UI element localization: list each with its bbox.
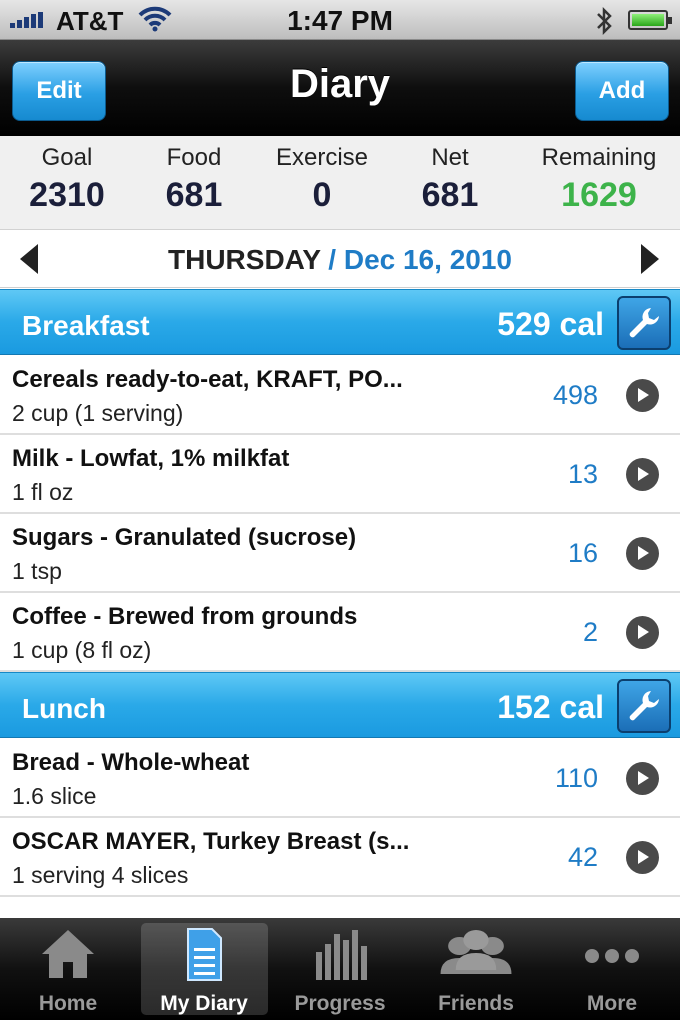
- tab-label: My Diary: [160, 992, 248, 1015]
- navigation-bar: Edit Diary Add: [0, 40, 680, 136]
- food-row[interactable]: OSCAR MAYER, Turkey Breast (s... 1 servi…: [0, 818, 680, 897]
- tab-progress[interactable]: Progress: [272, 918, 408, 1020]
- summary-label: Remaining: [541, 144, 657, 171]
- disclosure-arrow-icon[interactable]: [626, 762, 659, 795]
- food-row[interactable]: Coffee - Brewed from grounds 1 cup (8 fl…: [0, 593, 680, 672]
- meal-calories: 529 cal: [497, 306, 604, 342]
- disclosure-arrow-icon[interactable]: [626, 537, 659, 570]
- food-calories: 16: [567, 538, 598, 568]
- food-serving: 2 cup (1 serving): [12, 400, 184, 426]
- food-row[interactable]: Sugars - Granulated (sucrose) 1 tsp 16: [0, 514, 680, 593]
- bluetooth-icon: [597, 6, 612, 36]
- tab-label: More: [586, 992, 638, 1015]
- food-row[interactable]: Bread - Whole-wheat 1.6 slice 110: [0, 739, 680, 818]
- date-value: Dec 16, 2010: [343, 244, 512, 275]
- wrench-icon: [629, 691, 659, 721]
- summary-value: 681: [421, 176, 479, 214]
- tab-friends[interactable]: Friends: [408, 918, 544, 1020]
- meal-name: Breakfast: [22, 310, 150, 341]
- tab-more[interactable]: More: [544, 918, 680, 1020]
- next-day-arrow-icon[interactable]: [641, 244, 659, 274]
- food-name: OSCAR MAYER, Turkey Breast (s...: [12, 828, 410, 855]
- disclosure-arrow-icon[interactable]: [626, 616, 659, 649]
- more-icon: [585, 949, 639, 963]
- summary-goal: Goal 2310: [26, 144, 108, 215]
- summary-value: 0: [312, 176, 332, 214]
- tab-label: Friends: [438, 992, 514, 1015]
- summary-value: 1629: [561, 176, 637, 214]
- meal-options-button[interactable]: [617, 679, 671, 733]
- tab-label: Home: [38, 992, 98, 1015]
- food-calories: 42: [567, 842, 598, 872]
- meal-calories: 152 cal: [497, 689, 604, 725]
- diary-icon: [187, 928, 222, 981]
- food-name: Coffee - Brewed from grounds: [12, 603, 358, 630]
- tab-bar: Home My Diary Progress Friends More: [0, 918, 680, 1020]
- summary-label: Food: [166, 144, 222, 171]
- disclosure-arrow-icon[interactable]: [626, 458, 659, 491]
- status-bar: AT&T 1:47 PM: [0, 0, 680, 40]
- food-serving: 1.6 slice: [12, 783, 97, 809]
- tab-home[interactable]: Home: [0, 918, 136, 1020]
- home-icon: [42, 930, 94, 978]
- food-calories: 110: [554, 763, 598, 793]
- food-serving: 1 cup (8 fl oz): [12, 637, 152, 663]
- summary-exercise: Exercise 0: [268, 144, 376, 215]
- date-separator: /: [320, 244, 344, 275]
- date-navigator: THURSDAY / Dec 16, 2010: [0, 230, 680, 288]
- meal-name: Lunch: [22, 693, 106, 724]
- summary-net: Net 681: [410, 144, 490, 215]
- clock: 1:47 PM: [287, 5, 393, 36]
- friends-icon: [440, 930, 512, 974]
- food-calories: 13: [567, 459, 598, 489]
- food-name: Bread - Whole-wheat: [12, 749, 250, 776]
- summary-remaining: Remaining 1629: [534, 144, 664, 215]
- food-name: Milk - Lowfat, 1% milkfat: [12, 445, 290, 472]
- disclosure-arrow-icon[interactable]: [626, 379, 659, 412]
- day-of-week: THURSDAY: [168, 244, 321, 275]
- bar-chart-icon: [316, 930, 367, 980]
- add-button[interactable]: Add: [575, 61, 669, 121]
- summary-label: Goal: [41, 144, 93, 171]
- food-name: Sugars - Granulated (sucrose): [12, 524, 357, 551]
- food-serving: 1 serving 4 slices: [12, 862, 189, 888]
- tab-label: Progress: [294, 992, 386, 1015]
- date-label: THURSDAY / Dec 16, 2010: [0, 244, 680, 276]
- food-serving: 1 fl oz: [12, 479, 74, 505]
- wrench-icon: [629, 308, 659, 338]
- summary-label: Exercise: [275, 144, 369, 171]
- food-calories: 498: [552, 380, 598, 410]
- food-serving: 1 tsp: [12, 558, 62, 584]
- food-name: Cereals ready-to-eat, KRAFT, PO...: [12, 366, 403, 393]
- meal-options-button[interactable]: [617, 296, 671, 350]
- summary-value: 681: [165, 176, 223, 214]
- summary-label: Net: [431, 144, 469, 171]
- summary-value: 2310: [29, 176, 105, 214]
- summary-food: Food 681: [154, 144, 234, 215]
- food-row[interactable]: Cereals ready-to-eat, KRAFT, PO... 2 cup…: [0, 356, 680, 435]
- disclosure-arrow-icon[interactable]: [626, 841, 659, 874]
- meal-header-breakfast: Breakfast 529 cal: [0, 289, 680, 355]
- battery-icon: [628, 10, 672, 30]
- food-calories: 2: [582, 617, 598, 647]
- tab-my-diary[interactable]: My Diary: [136, 918, 272, 1020]
- food-row[interactable]: Milk - Lowfat, 1% milkfat 1 fl oz 13: [0, 435, 680, 514]
- calorie-summary: Goal 2310 Food 681 Exercise 0 Net 681 Re…: [0, 136, 680, 230]
- meal-header-lunch: Lunch 152 cal: [0, 672, 680, 738]
